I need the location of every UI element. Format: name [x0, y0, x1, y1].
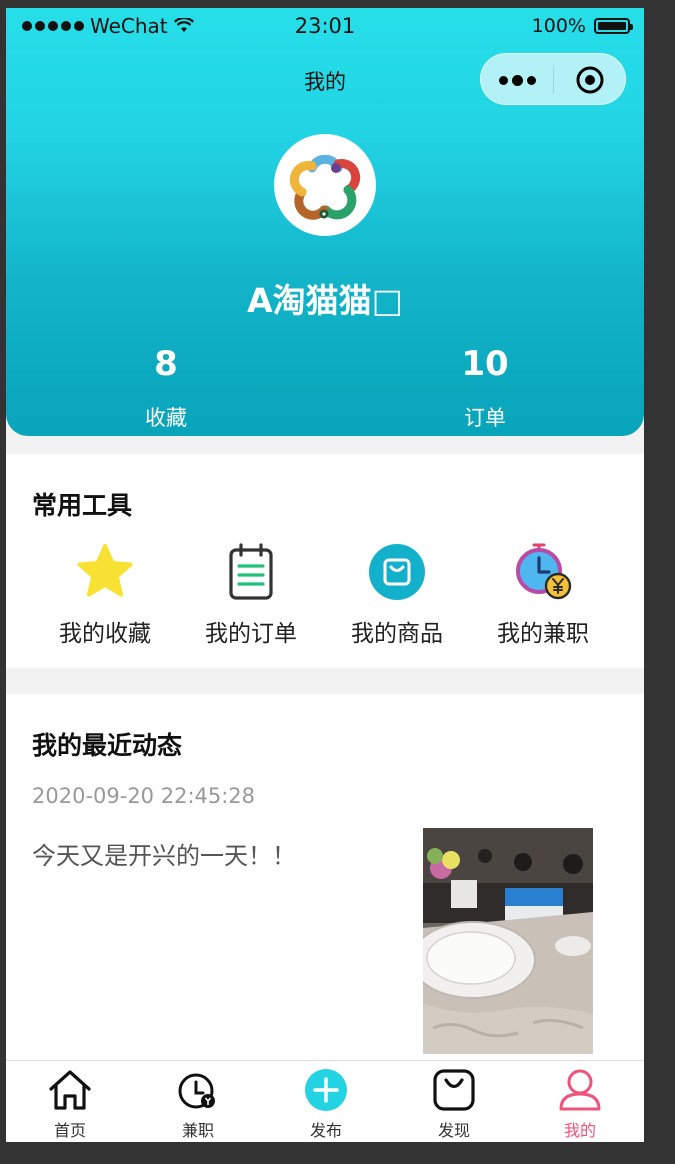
tab-bar: 首页 兼职 发布 发现 我的	[6, 1060, 644, 1142]
notepad-icon	[229, 543, 273, 600]
tab-label: 兼职	[181, 1121, 214, 1140]
close-target-icon[interactable]	[575, 65, 605, 95]
tab-label: 发现	[437, 1121, 470, 1140]
stat-orders-count: 10	[461, 344, 509, 384]
stat-orders[interactable]: 10 订单	[405, 344, 565, 432]
tab-mine[interactable]: 我的	[516, 1067, 644, 1141]
stat-favorites[interactable]: 8 收藏	[86, 344, 246, 432]
stat-favorites-label: 收藏	[145, 406, 187, 430]
recent-title: 我的最近动态	[32, 731, 183, 760]
tab-publish[interactable]: 发布	[262, 1067, 390, 1141]
post-photo[interactable]	[423, 828, 593, 1054]
tab-home[interactable]: 首页	[6, 1067, 134, 1141]
clock-yen-icon	[516, 543, 572, 600]
tool-my-parttime[interactable]: 我的兼职	[470, 542, 616, 648]
clock-yen-icon	[178, 1073, 215, 1109]
avatar-logo-icon	[289, 154, 361, 220]
tool-label: 我的收藏	[59, 621, 151, 647]
tab-discover[interactable]: 发现	[390, 1067, 518, 1141]
shopping-bag-icon	[369, 544, 425, 600]
tool-label: 我的商品	[351, 621, 443, 647]
battery-percent: 100%	[531, 15, 586, 37]
plus-circle-icon	[305, 1069, 347, 1111]
post-timestamp: 2020-09-20 22:45:28	[32, 784, 256, 808]
tab-label: 发布	[309, 1121, 342, 1140]
post-content[interactable]: 今天又是开兴的一天！！	[32, 836, 296, 871]
tab-parttime[interactable]: 兼职	[134, 1067, 262, 1141]
home-icon	[49, 1070, 91, 1110]
stat-favorites-count: 8	[154, 344, 178, 384]
avatar[interactable]	[274, 134, 376, 236]
tool-label: 我的兼职	[497, 621, 589, 647]
tool-my-favorites[interactable]: 我的收藏	[32, 542, 178, 648]
tools-section: 常用工具 我的收藏 我的订单 我的商品 我的兼职	[6, 454, 644, 668]
battery-icon	[594, 18, 633, 34]
phone-screen: WeChat 23:01 100% 我的 A淘猫猫□ 8 收藏 10 订单 常用…	[6, 8, 644, 1142]
star-icon	[77, 544, 133, 597]
mini-program-capsule	[480, 53, 626, 105]
tools-title: 常用工具	[32, 491, 133, 520]
tab-label: 我的	[563, 1121, 596, 1140]
user-icon	[559, 1069, 601, 1111]
recent-activity-section: 我的最近动态 2020-09-20 22:45:28 今天又是开兴的一天！！	[6, 694, 644, 1074]
username: A淘猫猫	[247, 281, 372, 320]
stat-orders-label: 订单	[464, 406, 506, 430]
tool-my-products[interactable]: 我的商品	[324, 542, 470, 648]
tool-my-orders[interactable]: 我的订单	[178, 542, 324, 648]
bag-icon	[433, 1069, 475, 1111]
tool-label: 我的订单	[205, 621, 297, 647]
status-bar: WeChat 23:01 100%	[6, 8, 644, 46]
missing-glyph: □	[371, 281, 403, 320]
more-icon[interactable]	[499, 75, 536, 86]
capsule-divider	[553, 66, 554, 94]
profile-header: WeChat 23:01 100% 我的 A淘猫猫□ 8 收藏 10 订单	[6, 8, 644, 436]
tab-label: 首页	[53, 1121, 86, 1140]
